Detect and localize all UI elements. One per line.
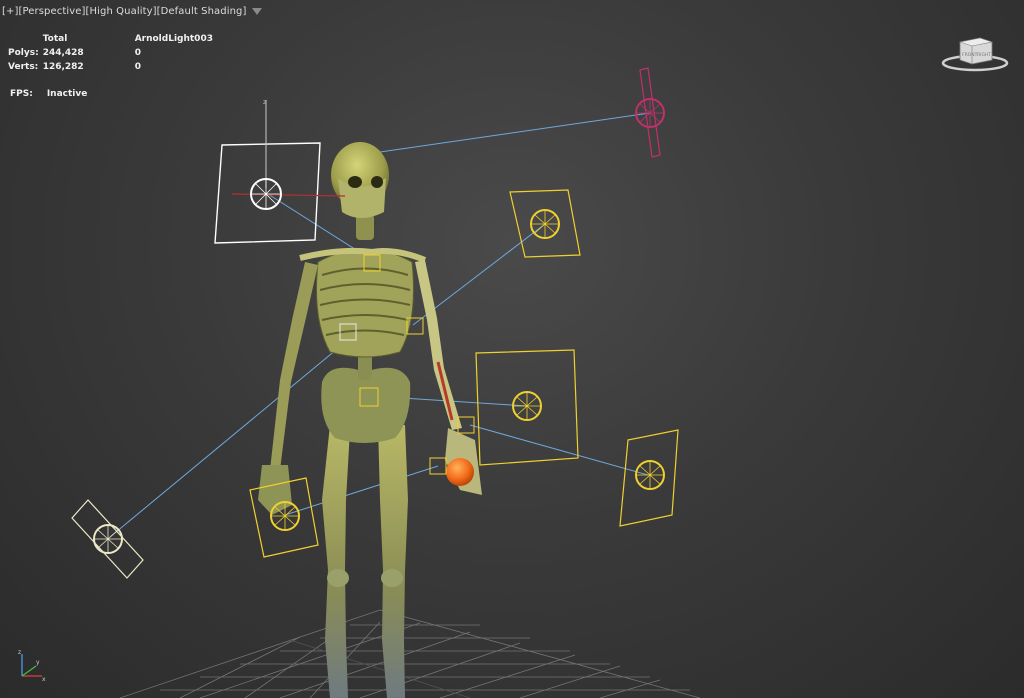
right-eye-socket: [371, 176, 383, 188]
left-arm-bone[interactable]: [270, 262, 318, 470]
gizmo-z-label: z: [263, 99, 266, 106]
apple-object[interactable]: [446, 458, 474, 486]
light-mesh: [637, 462, 663, 488]
arnold-light-pink[interactable]: [635, 67, 665, 158]
light-area-frame[interactable]: [619, 429, 679, 527]
neck-bone[interactable]: [356, 214, 374, 240]
axis-x-label: x: [42, 676, 46, 683]
arnold-light-yellow-2[interactable]: [475, 349, 579, 466]
light-mesh: [637, 100, 663, 126]
axis-y-label: y: [36, 659, 40, 666]
ground-grid: [119, 609, 701, 698]
arnold-light-yellow-3[interactable]: [619, 429, 679, 527]
arnold-light-selected[interactable]: z: [214, 99, 346, 244]
skeleton-model[interactable]: [258, 142, 482, 698]
axis-y-line: [21, 665, 37, 677]
left-knee[interactable]: [327, 569, 349, 587]
viewport-scene[interactable]: z: [0, 0, 1024, 698]
left-eye-socket: [348, 176, 362, 188]
right-leg-bone[interactable]: [378, 425, 408, 698]
left-leg-bone[interactable]: [322, 425, 350, 698]
gizmo-x-axis[interactable]: [231, 193, 346, 197]
right-arm-bone[interactable]: [415, 260, 462, 430]
right-knee[interactable]: [381, 569, 403, 587]
axis-z-label: z: [18, 649, 21, 656]
arnold-light-cream[interactable]: [71, 499, 144, 579]
arnold-light-yellow-1[interactable]: [509, 189, 581, 258]
axis-tripod: z x y: [18, 649, 46, 683]
light-mesh: [252, 180, 280, 208]
light-mesh: [532, 211, 558, 237]
light-mesh: [514, 393, 540, 419]
